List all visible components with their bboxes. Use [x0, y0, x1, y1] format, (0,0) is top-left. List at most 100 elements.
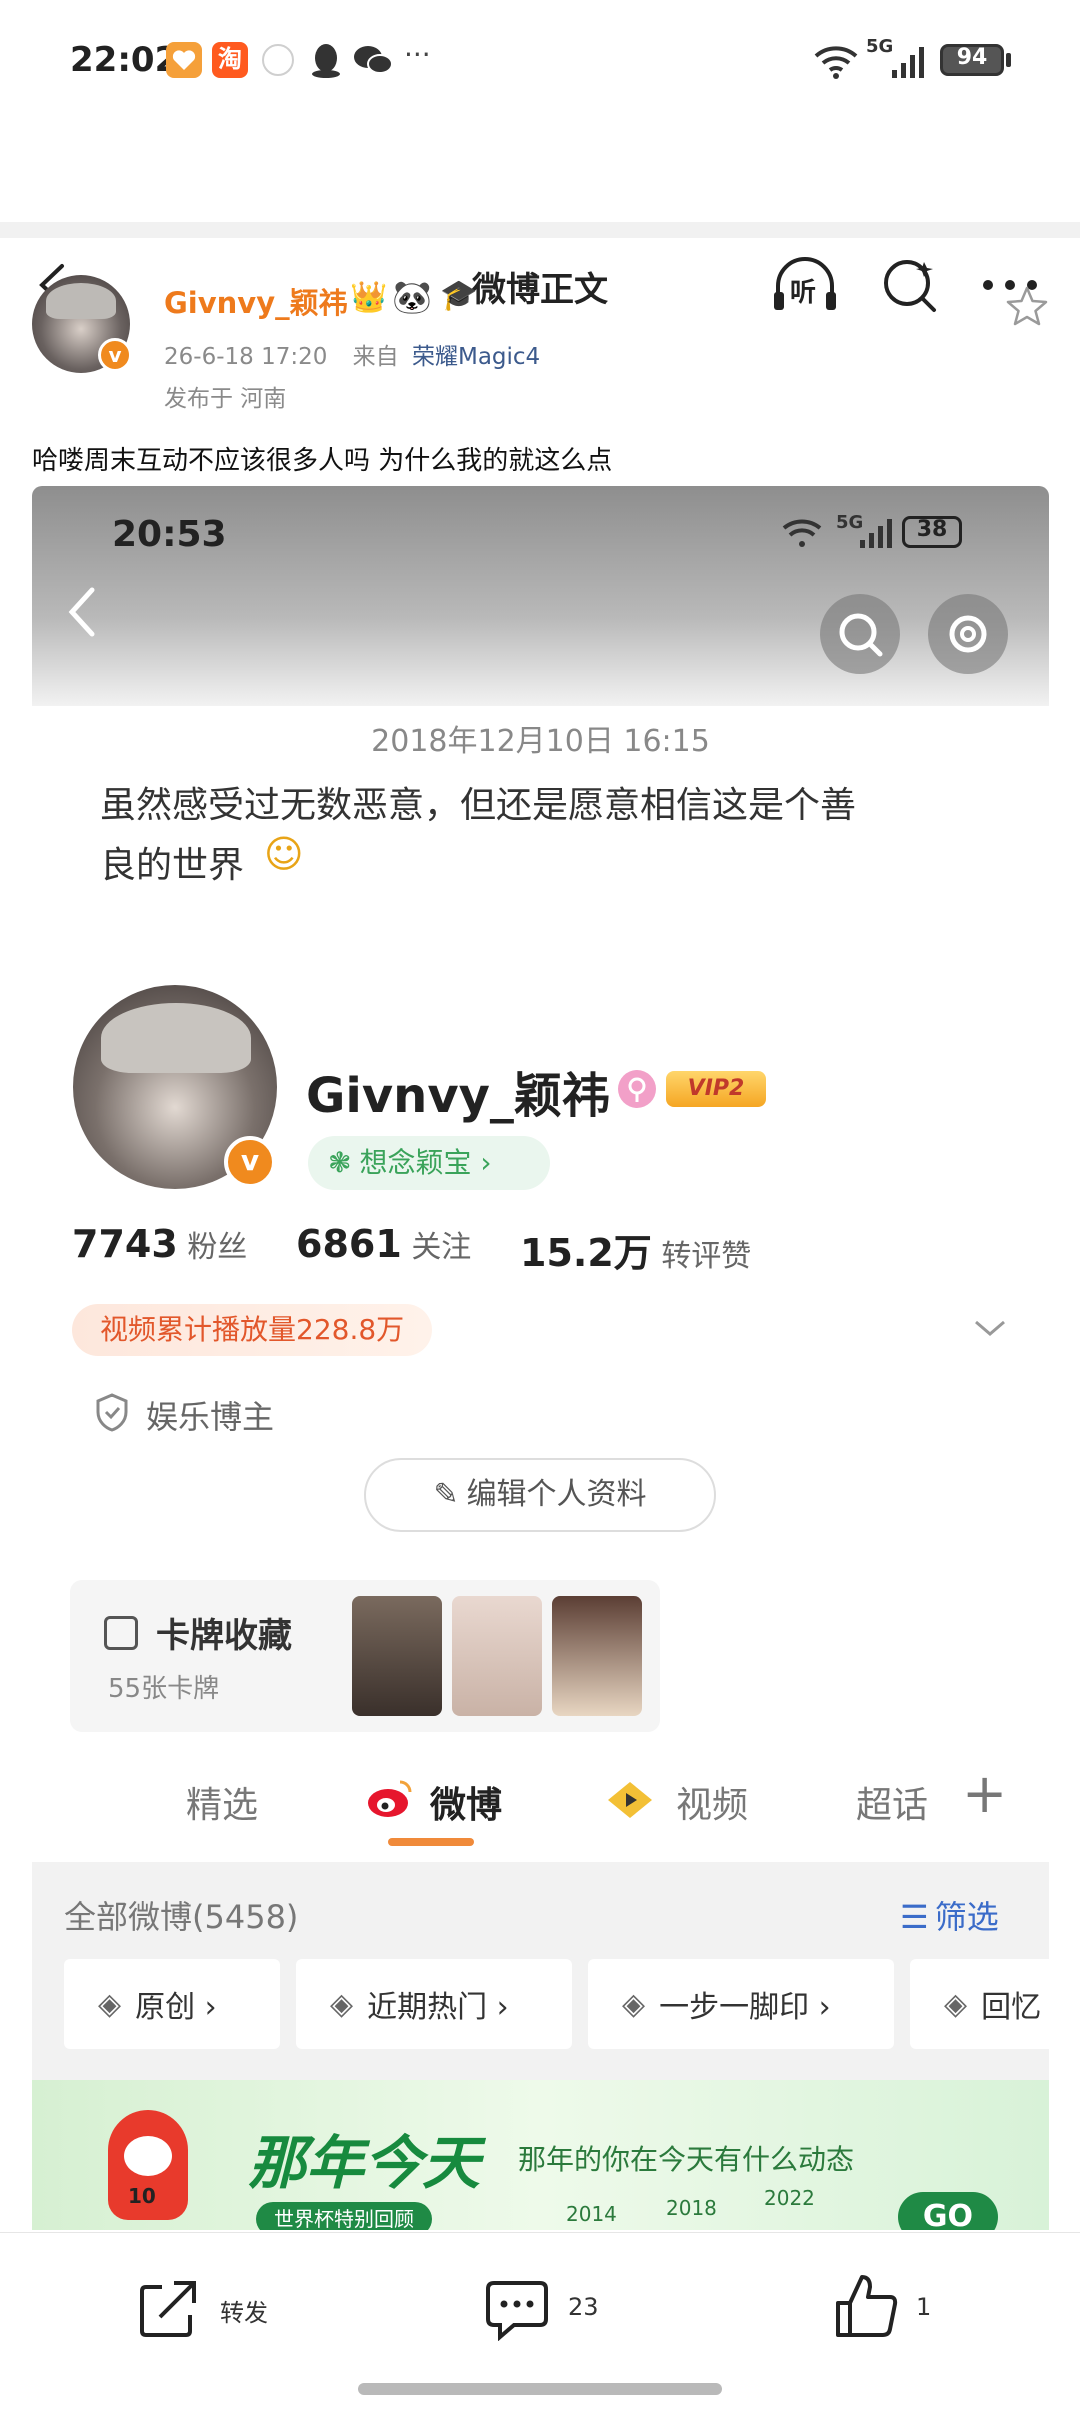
banner-tag: 世界杯特别回顾: [256, 2202, 432, 2230]
expand-chevron-icon: [972, 1316, 1008, 1344]
verified-badge-icon: v: [98, 338, 132, 372]
embedded-intro-date: 2018年12月10日 16:15: [371, 724, 710, 759]
graduation-badge-icon: 🎓: [440, 278, 478, 313]
mascot-number: 10: [128, 2184, 156, 2208]
wifi-icon: [812, 40, 860, 84]
card-icon: [104, 1616, 138, 1650]
listen-button[interactable]: 听: [770, 256, 840, 316]
post-device[interactable]: 荣耀Magic4: [412, 344, 540, 370]
mascot-face: [124, 2136, 172, 2176]
home-indicator[interactable]: [358, 2383, 722, 2395]
crown-badge-icon: 👑: [350, 280, 388, 315]
card-collection: 卡牌收藏 55张卡牌: [70, 1580, 660, 1732]
comment-count: 23: [568, 2293, 599, 2321]
search-icon[interactable]: [880, 256, 940, 316]
repost-button[interactable]: 转发: [136, 2273, 336, 2343]
post-date: 26-6-18 17:20: [164, 344, 328, 370]
filter-chip: ◈ 一步一脚印 ›: [588, 1959, 894, 2049]
fan-group-pill: ❃ 想念颖宝 ›: [308, 1136, 550, 1190]
qq-icon: [308, 40, 344, 84]
nav-bar: 微博正文 听: [0, 120, 1080, 312]
fan-group-label: 想念颖宝 ›: [359, 1146, 492, 1179]
embedded-avatar-hat: [101, 1003, 251, 1073]
stat-fans: 7743 粉丝: [72, 1222, 247, 1266]
chip-label: 一步一脚印 ›: [659, 1990, 831, 2025]
video-plays-badge: 视频累计播放量228.8万: [72, 1304, 433, 1356]
avatar-hat: [46, 283, 116, 319]
embedded-verified-badge-icon: v: [224, 1136, 276, 1188]
taobao-icon: 淘: [212, 42, 248, 78]
post-username[interactable]: Givnvy_颖祎: [164, 280, 348, 322]
listen-label: 听: [790, 278, 817, 308]
card-thumb: [552, 1596, 642, 1716]
embedded-intro-line1: 虽然感受过无数恶意，但还是愿意相信这是个善: [100, 785, 857, 826]
post-image[interactable]: 20:53 5G 38 2018年12月10日 16:15 虽然感受过无数恶意，…: [32, 486, 1049, 2230]
tab-add-area: +: [928, 1756, 1049, 1846]
stat-label: 关注: [411, 1230, 472, 1265]
fan-group-icon: ❃: [328, 1146, 352, 1179]
pencil-icon: ✎: [433, 1477, 459, 1512]
embedded-battery-level: 38: [916, 517, 948, 542]
layers-icon: ◈: [622, 1986, 646, 2022]
stat-label: 转评赞: [661, 1239, 752, 1274]
tab-add-icon: +: [962, 1762, 1008, 1825]
edit-profile-button: ✎ 编辑个人资料: [364, 1458, 716, 1532]
filter-icon: ☰: [900, 1898, 929, 1936]
like-button[interactable]: 1: [834, 2269, 964, 2343]
stat-value: 6861: [296, 1222, 402, 1266]
banner-go-label: GO: [922, 2199, 974, 2230]
chip-label: 原创 ›: [135, 1990, 217, 2025]
video-tab-icon: [606, 1780, 654, 1824]
all-posts-count: 全部微博(5458): [64, 1898, 299, 1936]
category-label: 娱乐博主: [146, 1398, 275, 1436]
filter-button: ☰ 筛选: [900, 1892, 999, 1938]
repost-label: 转发: [220, 2299, 268, 2327]
gender-female-icon: [618, 1070, 656, 1108]
embedded-settings-icon: [928, 594, 1008, 674]
stat-value: 15.2万: [520, 1231, 652, 1275]
filter-chip: ◈ 原创 ›: [64, 1959, 280, 2049]
card-thumb: [452, 1596, 542, 1716]
stat-value: 7743: [72, 1222, 178, 1266]
more-notifications-icon: ···: [404, 38, 431, 71]
layers-icon: ◈: [98, 1986, 122, 2022]
post-meta: 26-6-18 17:20 来自 荣耀Magic4: [164, 337, 540, 371]
tab-weibo: 微博: [430, 1785, 503, 1826]
stat-label: 粉丝: [187, 1230, 248, 1265]
like-count: 1: [916, 2293, 932, 2321]
from-label: 来自: [352, 344, 399, 370]
tab-featured: 精选: [186, 1785, 259, 1826]
tab-supertopic: 超话: [856, 1785, 929, 1826]
embedded-battery-icon: 38: [902, 516, 962, 548]
status-time: 22:02: [70, 40, 179, 80]
tab-video: 视频: [676, 1785, 749, 1826]
taobao-heart-icon: [166, 42, 202, 78]
embedded-status-time: 20:53: [112, 514, 227, 555]
repost-icon: [140, 2281, 196, 2337]
active-tab-underline: [388, 1838, 474, 1846]
banner-year: 2022: [764, 2186, 815, 2210]
battery-icon: 94: [940, 44, 1004, 76]
favorite-star-icon[interactable]: [1005, 285, 1049, 329]
shield-icon: [94, 1392, 130, 1436]
edit-profile-label: 编辑个人资料: [466, 1477, 647, 1512]
filter-label: 筛选: [934, 1898, 999, 1936]
banner-subtitle: 那年的你在今天有什么动态: [518, 2143, 855, 2176]
layers-icon: ◈: [330, 1986, 354, 2022]
embedded-signal-icon: [858, 518, 894, 554]
embedded-wifi-icon: [780, 514, 824, 554]
comment-button[interactable]: 23: [484, 2273, 644, 2343]
post-location: 发布于 河南: [164, 386, 287, 412]
banner-go-button: GO: [898, 2192, 998, 2230]
smile-emoji-icon: ☺: [264, 832, 304, 876]
filter-chip: ◈ 近期热门 ›: [296, 1959, 572, 2049]
mascot-icon: 10: [108, 2110, 188, 2220]
banner-year: 2014: [566, 2202, 617, 2226]
battery-level: 94: [956, 45, 988, 70]
chip-label: 回忆: [981, 1990, 1042, 2025]
embedded-intro-line2: 良的世界: [100, 845, 245, 886]
like-icon: [836, 2275, 898, 2337]
panda-badge-icon: 🐼: [392, 278, 432, 316]
stat-following: 6861 关注: [296, 1222, 471, 1266]
video-plays-text: 视频累计播放量228.8万: [100, 1313, 405, 1346]
